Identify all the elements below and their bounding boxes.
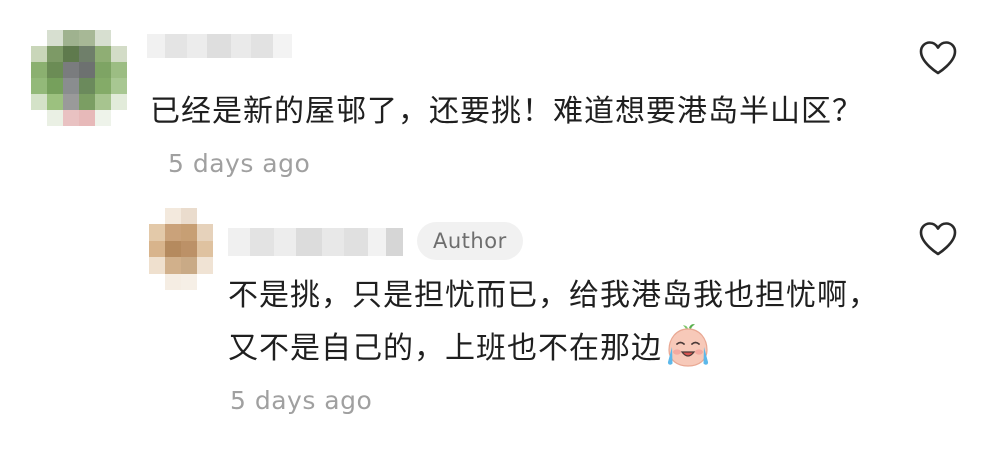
avatar[interactable] [31,30,127,126]
reply-body: 不是挑，只是担忧而已，给我港岛我也担忧啊，又不是自己的，上班也不在那边 [228,278,879,366]
comment-text: 已经是新的屋邨了，还要挑！难道想要港岛半山区？ 5 days ago [150,86,880,190]
author-badge: Author [417,222,523,260]
comment-timestamp: 5 days ago [168,149,311,178]
username-redacted[interactable] [147,34,292,58]
reply-text: 不是挑，只是担忧而已，给我港岛我也担忧啊，又不是自己的，上班也不在那边 [228,270,888,375]
crying-face-emoji [666,322,710,368]
heart-outline-icon[interactable] [918,40,958,76]
avatar[interactable] [149,208,213,290]
username-redacted[interactable] [228,228,403,256]
heart-outline-icon[interactable] [918,221,958,257]
comment-body: 已经是新的屋邨了，还要挑！难道想要港岛半山区？ [150,94,863,129]
reply-timestamp: 5 days ago [230,386,373,415]
